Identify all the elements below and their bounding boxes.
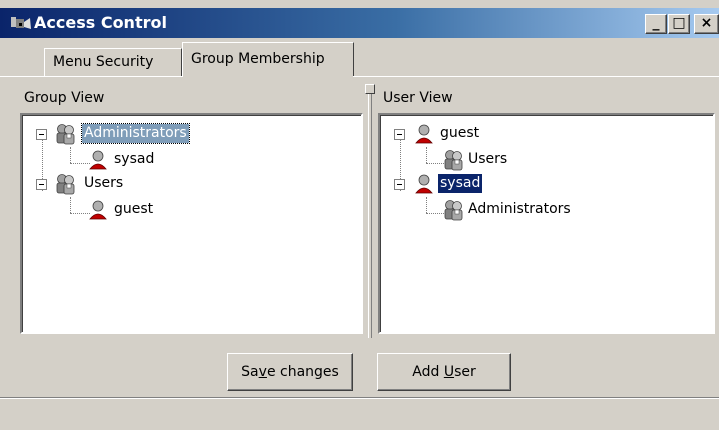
tree-line	[70, 147, 71, 163]
node-label: guest	[440, 125, 480, 141]
close-icon: ×	[700, 15, 713, 31]
splitter-handle[interactable]	[365, 84, 375, 94]
collapse-icon[interactable]	[394, 179, 405, 190]
button-label-part: Sa	[241, 364, 259, 380]
node-label: Administrators	[81, 123, 190, 144]
group-icon	[56, 124, 75, 145]
node-label: sysad	[114, 151, 155, 167]
node-label: Administrators	[468, 201, 571, 217]
button-accelerator: U	[443, 364, 455, 380]
button-accelerator: v	[258, 364, 267, 380]
button-label-part: Add	[412, 364, 444, 380]
tab-strip-border	[0, 76, 719, 77]
node-label: guest	[114, 201, 154, 217]
minimize-icon: _	[652, 15, 660, 31]
tree-line	[426, 147, 427, 163]
button-label-part: e changes	[266, 364, 339, 380]
collapse-icon[interactable]	[36, 179, 47, 190]
maximize-icon: □	[672, 15, 686, 31]
tree-line	[70, 197, 71, 213]
splitter-bar[interactable]	[368, 94, 372, 338]
user-icon	[415, 124, 433, 144]
save-changes-button[interactable]: Save changes	[227, 353, 353, 391]
button-label-part: ser	[454, 364, 476, 380]
group-icon	[56, 174, 75, 195]
node-label: Users	[468, 151, 508, 167]
access-control-window: Access Control _ □ × Menu Security Group…	[0, 0, 719, 430]
collapse-icon[interactable]	[394, 129, 405, 140]
tab-label: Group Membership	[191, 51, 325, 67]
tab-group-membership[interactable]: Group Membership	[182, 42, 354, 76]
maximize-button[interactable]: □	[668, 14, 690, 34]
node-label: sysad	[438, 174, 483, 193]
group-view-tree[interactable]: Administrators sysad Users guest	[20, 113, 363, 334]
active-tab-gap	[183, 76, 353, 78]
tab-menu-security[interactable]: Menu Security	[44, 48, 182, 76]
user-icon	[89, 200, 107, 220]
app-icon	[11, 17, 31, 29]
user-icon	[89, 150, 107, 170]
title-bar[interactable]: Access Control _ □ ×	[0, 8, 719, 38]
user-icon	[415, 174, 433, 194]
tab-label: Menu Security	[53, 54, 154, 70]
status-bar	[0, 397, 719, 430]
user-view-label: User View	[383, 90, 453, 106]
add-user-button[interactable]: Add User	[377, 353, 511, 391]
group-icon	[444, 150, 463, 171]
user-view-tree[interactable]: guest Users sysad Administrators	[378, 113, 715, 334]
group-icon	[444, 200, 463, 221]
collapse-icon[interactable]	[36, 129, 47, 140]
close-button[interactable]: ×	[694, 14, 719, 34]
tree-line	[426, 197, 427, 213]
node-label: Users	[84, 175, 124, 191]
splitter[interactable]	[365, 84, 375, 338]
group-view-label: Group View	[24, 90, 105, 106]
window-title: Access Control	[34, 13, 167, 32]
minimize-button[interactable]: _	[645, 14, 667, 34]
